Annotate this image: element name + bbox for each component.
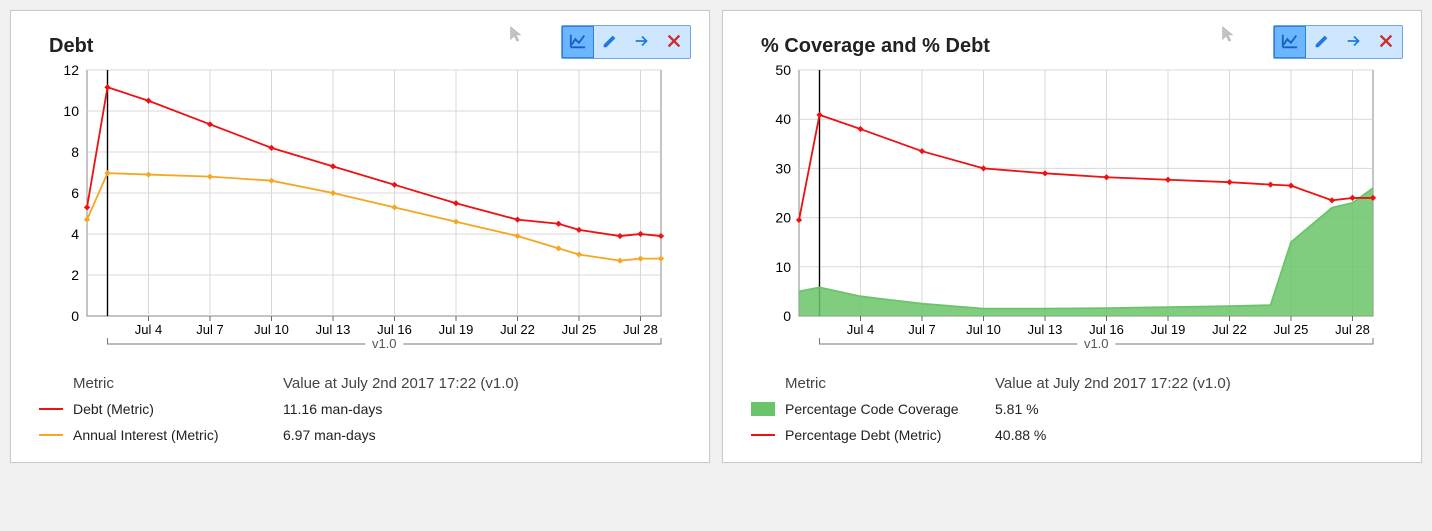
- chart-line-button[interactable]: [562, 26, 594, 58]
- pencil-button[interactable]: [1306, 26, 1338, 58]
- svg-text:Jul 4: Jul 4: [135, 322, 162, 337]
- svg-text:6: 6: [71, 185, 79, 201]
- arrow-right-icon: [1345, 32, 1363, 53]
- svg-text:Jul 13: Jul 13: [1028, 322, 1063, 337]
- legend-value: 5.81 %: [995, 401, 1039, 417]
- svg-text:50: 50: [775, 64, 791, 78]
- svg-text:10: 10: [63, 103, 79, 119]
- legend-line-swatch: [751, 434, 775, 436]
- legend-header: MetricValue at July 2nd 2017 17:22 (v1.0…: [751, 370, 1397, 396]
- legend-row: Percentage Code Coverage5.81 %: [751, 396, 1397, 422]
- svg-text:8: 8: [71, 144, 79, 160]
- close-button[interactable]: [658, 26, 690, 58]
- legend-header-value: Value at July 2nd 2017 17:22 (v1.0): [995, 375, 1231, 392]
- svg-text:Jul 28: Jul 28: [1335, 322, 1370, 337]
- legend-header-value: Value at July 2nd 2017 17:22 (v1.0): [283, 375, 519, 392]
- legend-row: Debt (Metric)11.16 man-days: [39, 396, 685, 422]
- chart-line-button[interactable]: [1274, 26, 1306, 58]
- svg-text:30: 30: [775, 160, 791, 176]
- close-icon: [1377, 32, 1395, 53]
- legend-row: Percentage Debt (Metric)40.88 %: [751, 422, 1397, 448]
- svg-text:Jul 22: Jul 22: [1212, 322, 1247, 337]
- chart-plot[interactable]: 0 10 20 30 40 50 Jul 4 Jul 7 Jul 10 Jul 13 Jul 16 J…: [747, 64, 1387, 364]
- legend-metric-label: Percentage Code Coverage: [785, 401, 995, 417]
- pencil-icon: [601, 32, 619, 53]
- svg-text:Jul 19: Jul 19: [439, 322, 474, 337]
- svg-text:10: 10: [775, 259, 791, 275]
- legend-row: Annual Interest (Metric)6.97 man-days: [39, 422, 685, 448]
- legend-value: 40.88 %: [995, 427, 1046, 443]
- chart-plot[interactable]: 0 2 4 6 8 10 12 Jul 4 Jul 7 Jul 10 Jul 13 Jul 16 Jul…: [35, 64, 675, 364]
- svg-text:20: 20: [775, 210, 791, 226]
- arrow-right-icon: [633, 32, 651, 53]
- arrow-right-button[interactable]: [1338, 26, 1370, 58]
- legend-value: 6.97 man-days: [283, 427, 376, 443]
- legend-header: MetricValue at July 2nd 2017 17:22 (v1.0…: [39, 370, 685, 396]
- legend-table: MetricValue at July 2nd 2017 17:22 (v1.0…: [39, 370, 685, 448]
- svg-text:2: 2: [71, 267, 79, 283]
- svg-text:Jul 10: Jul 10: [966, 322, 1001, 337]
- legend-area-swatch: [751, 402, 775, 416]
- close-icon: [665, 32, 683, 53]
- svg-text:Jul 19: Jul 19: [1151, 322, 1186, 337]
- chart-panel: Debt024681012Jul 4Jul 7Jul 10Jul 13Jul 1…: [10, 10, 710, 463]
- arrow-right-button[interactable]: [626, 26, 658, 58]
- legend-header-metric: Metric: [73, 375, 283, 392]
- legend-line-swatch: [39, 434, 63, 436]
- legend-swatch-spacer: [39, 376, 63, 390]
- legend-metric-label: Debt (Metric): [73, 401, 283, 417]
- svg-text:Jul 22: Jul 22: [500, 322, 535, 337]
- dashboard: Debt024681012Jul 4Jul 7Jul 10Jul 13Jul 1…: [0, 0, 1432, 473]
- chart-line-icon: [569, 32, 587, 53]
- panel-toolbar: [561, 25, 691, 59]
- svg-text:Jul 25: Jul 25: [1274, 322, 1309, 337]
- svg-text:Jul 10: Jul 10: [254, 322, 289, 337]
- panel-toolbar: [1273, 25, 1403, 59]
- legend-metric-label: Percentage Debt (Metric): [785, 427, 995, 443]
- svg-text:v1.0: v1.0: [372, 336, 397, 351]
- svg-text:Jul 28: Jul 28: [623, 322, 658, 337]
- legend-metric-label: Annual Interest (Metric): [73, 427, 283, 443]
- chart-panel: % Coverage and % Debt01020304050Jul 4Jul…: [722, 10, 1422, 463]
- legend-table: MetricValue at July 2nd 2017 17:22 (v1.0…: [751, 370, 1397, 448]
- svg-text:12: 12: [63, 64, 79, 78]
- close-button[interactable]: [1370, 26, 1402, 58]
- svg-text:v1.0: v1.0: [1084, 336, 1109, 351]
- svg-text:Jul 4: Jul 4: [847, 322, 874, 337]
- svg-text:40: 40: [775, 111, 791, 127]
- pencil-icon: [1313, 32, 1331, 53]
- svg-text:Jul 13: Jul 13: [316, 322, 351, 337]
- cursor-icon: [1219, 25, 1243, 49]
- svg-text:0: 0: [783, 308, 791, 324]
- svg-text:Jul 16: Jul 16: [377, 322, 412, 337]
- svg-text:Jul 7: Jul 7: [196, 322, 223, 337]
- legend-line-swatch: [39, 408, 63, 410]
- legend-swatch-spacer: [751, 376, 775, 390]
- svg-text:Jul 25: Jul 25: [562, 322, 597, 337]
- svg-text:Jul 16: Jul 16: [1089, 322, 1124, 337]
- cursor-icon: [507, 25, 531, 49]
- legend-value: 11.16 man-days: [283, 401, 382, 417]
- chart-line-icon: [1281, 32, 1299, 53]
- svg-text:4: 4: [71, 226, 79, 242]
- pencil-button[interactable]: [594, 26, 626, 58]
- legend-header-metric: Metric: [785, 375, 995, 392]
- svg-text:Jul 7: Jul 7: [908, 322, 935, 337]
- svg-text:0: 0: [71, 308, 79, 324]
